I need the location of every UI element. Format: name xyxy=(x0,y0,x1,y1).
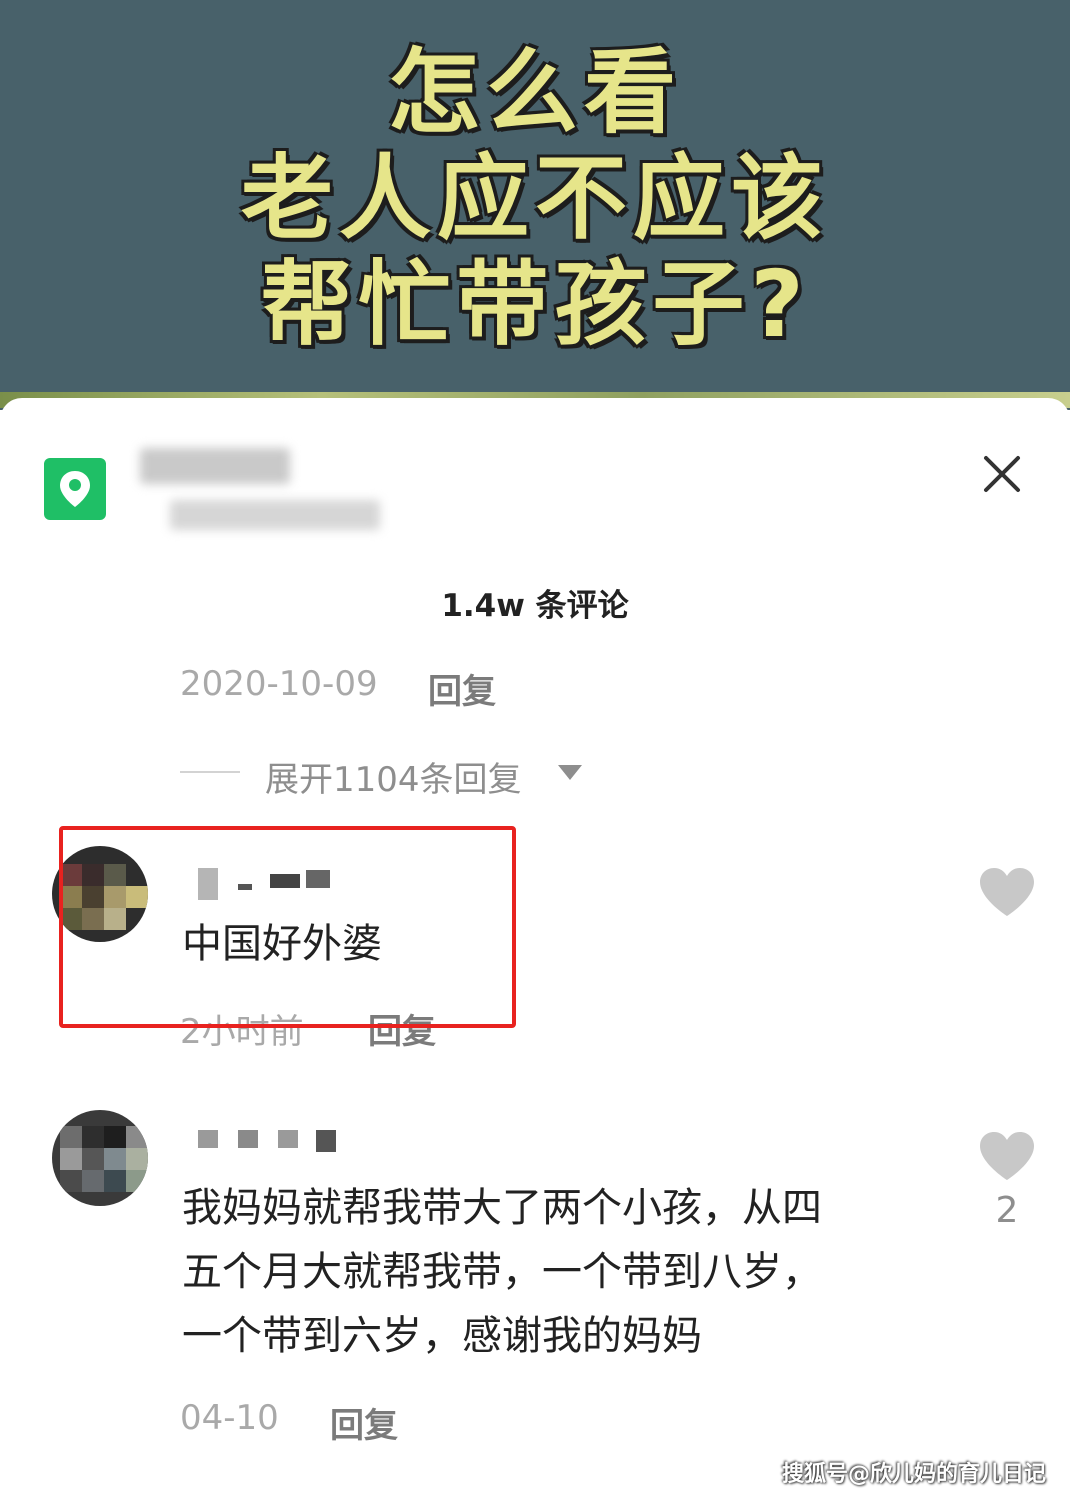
banner-title-line-2: 老人应不应该 xyxy=(240,145,829,252)
reply-button[interactable]: 回复 xyxy=(330,1398,398,1447)
comment-time: 2小时前 xyxy=(180,1012,304,1052)
banner-title-line-1: 怎么看 xyxy=(387,39,682,146)
comment-time: 04-10 xyxy=(180,1398,279,1438)
parent-reply-button[interactable]: 回复 xyxy=(428,664,496,713)
comment-text: 我妈妈就帮我带大了两个小孩，从四 五个月大就帮我带，一个带到八岁， 一个带到六岁… xyxy=(182,1176,922,1368)
comment-text-line-2: 五个月大就帮我带，一个带到八岁， xyxy=(182,1249,822,1295)
avatar[interactable] xyxy=(52,846,148,942)
chevron-down-icon[interactable] xyxy=(558,765,582,780)
comment-text: 中国好外婆 xyxy=(182,921,382,967)
heart-icon[interactable] xyxy=(978,866,1036,918)
expand-replies-button[interactable]: 展开1104条回复 xyxy=(265,752,522,801)
watermark: 搜狐号@欣儿妈的育儿日记 xyxy=(781,1462,1046,1487)
comment-count-title: 1.4w 条评论 xyxy=(441,588,629,624)
avatar[interactable] xyxy=(52,1110,148,1206)
video-banner: 怎么看 老人应不应该 帮忙带孩子? xyxy=(0,0,1070,410)
avatar-mosaic xyxy=(52,1110,148,1206)
like-count: 2 xyxy=(995,1190,1019,1231)
comment-text-line-1: 我妈妈就帮我带大了两个小孩，从四 xyxy=(182,1185,822,1231)
location-address-blurred xyxy=(170,500,380,530)
parent-comment-date: 2020-10-09 xyxy=(180,664,378,704)
location-pin-icon[interactable] xyxy=(44,458,106,520)
heart-icon[interactable] xyxy=(978,1130,1036,1182)
location-name-blurred xyxy=(140,448,290,484)
comment-text-line-3: 一个带到六岁，感谢我的妈妈 xyxy=(182,1313,702,1359)
reply-button[interactable]: 回复 xyxy=(368,1004,436,1053)
banner-title: 怎么看 老人应不应该 帮忙带孩子? xyxy=(0,40,1070,358)
username-blurred[interactable] xyxy=(198,1126,348,1162)
avatar-mosaic xyxy=(52,846,148,942)
expand-divider xyxy=(180,771,240,773)
username-blurred[interactable] xyxy=(198,862,338,900)
close-icon[interactable] xyxy=(980,452,1024,496)
banner-title-line-3: 帮忙带孩子? xyxy=(260,251,810,358)
